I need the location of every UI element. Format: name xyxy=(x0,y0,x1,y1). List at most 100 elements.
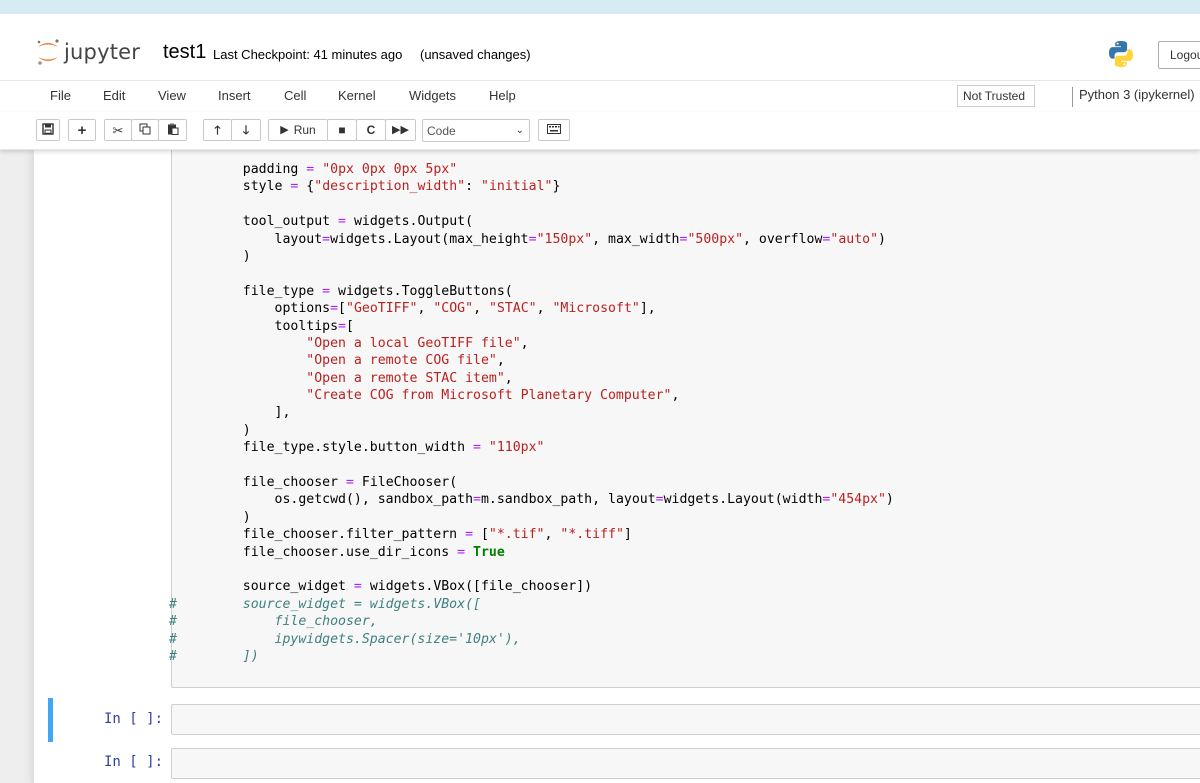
paste-icon xyxy=(167,123,179,137)
cell-type-select[interactable]: Code ⌄ xyxy=(422,119,530,142)
code-line: file_type.style.button_width = "110px" xyxy=(211,439,1200,456)
code-editor[interactable]: padding = "0px 0px 0px 5px" style = {"de… xyxy=(169,150,1200,665)
cell-input-area[interactable] xyxy=(171,748,1200,779)
code-line: os.getcwd(), sandbox_path=m.sandbox_path… xyxy=(211,491,1200,508)
code-token: widgets.Layout(width xyxy=(663,492,823,508)
code-token: , xyxy=(536,301,553,317)
code-cell-selected[interactable]: In [ ]: xyxy=(34,698,1200,744)
comment-marker: # xyxy=(169,631,177,647)
menu-view[interactable]: View xyxy=(158,88,186,103)
keyboard-icon xyxy=(547,124,561,136)
code-token: [ xyxy=(346,318,354,334)
code-token: "auto" xyxy=(830,231,879,247)
not-trusted-button[interactable]: Not Trusted xyxy=(957,85,1035,107)
browser-top-strip xyxy=(0,0,1200,14)
code-token: layout xyxy=(211,231,323,247)
command-palette-button[interactable] xyxy=(538,119,570,141)
code-token: file_type.style.button_width xyxy=(211,440,474,456)
code-token: "Microsoft" xyxy=(552,301,640,317)
code-token: ] xyxy=(623,527,632,543)
code-token: "STAC" xyxy=(488,301,537,317)
menu-bar: File Edit View Insert Cell Kernel Widget… xyxy=(0,80,1200,112)
code-token: tooltips xyxy=(211,318,339,334)
code-token: , xyxy=(417,301,434,317)
toolbar: + ✂ 🡑 🡓 ▶ Run ■ C ▶▶ Code ⌄ xyxy=(0,112,1200,150)
code-token: tool_output xyxy=(211,214,339,230)
code-token: ], xyxy=(211,405,291,421)
code-cell[interactable]: padding = "0px 0px 0px 5px" style = {"de… xyxy=(34,150,1200,690)
code-line: "Open a remote STAC item", xyxy=(211,370,1200,387)
code-token: = xyxy=(457,544,466,560)
code-token: = xyxy=(655,492,664,508)
menu-kernel[interactable]: Kernel xyxy=(338,88,376,103)
code-token: = xyxy=(338,318,346,334)
cell-prompt: In [ ]: xyxy=(104,754,164,770)
run-button[interactable]: ▶ Run xyxy=(268,119,328,141)
code-token: style xyxy=(211,179,291,195)
restart-icon: C xyxy=(366,123,376,137)
code-line: "Open a local GeoTIFF file", xyxy=(211,335,1200,352)
fast-forward-icon: ▶▶ xyxy=(392,123,409,136)
menu-widgets[interactable]: Widgets xyxy=(409,88,456,103)
restart-run-all-button[interactable]: ▶▶ xyxy=(385,119,416,141)
code-token: , xyxy=(473,301,489,317)
cell-prompt: In [ ]: xyxy=(104,711,164,727)
jupyter-logo[interactable]: jupyter xyxy=(36,38,140,66)
cell-input-area[interactable] xyxy=(171,704,1200,735)
checkpoint-status: Last Checkpoint: 41 minutes ago xyxy=(213,47,403,62)
copy-button[interactable] xyxy=(131,119,159,141)
menu-help[interactable]: Help xyxy=(489,88,516,103)
restart-button[interactable]: C xyxy=(356,119,386,141)
insert-cell-button[interactable]: + xyxy=(68,119,96,141)
cut-button[interactable]: ✂ xyxy=(104,119,132,141)
notebook-name[interactable]: test1 xyxy=(163,41,206,64)
code-token: "Open a local GeoTIFF file" xyxy=(306,335,521,351)
kernel-indicator[interactable]: Python 3 (ipykernel) xyxy=(1072,87,1195,107)
code-token: [ xyxy=(338,301,346,317)
jupyter-logo-text: jupyter xyxy=(64,40,141,64)
interrupt-button[interactable]: ■ xyxy=(327,119,357,141)
code-token: file_chooser, xyxy=(211,614,378,630)
paste-button[interactable] xyxy=(158,119,187,141)
code-line: # ipywidgets.Spacer(size='10px'), xyxy=(169,631,1200,648)
code-token: = xyxy=(338,214,346,230)
code-token: file_chooser xyxy=(211,475,346,491)
menu-cell[interactable]: Cell xyxy=(284,88,306,103)
notebook-container: padding = "0px 0px 0px 5px" style = {"de… xyxy=(34,150,1200,783)
move-up-button[interactable]: 🡑 xyxy=(203,119,232,141)
code-line: file_type = widgets.ToggleButtons( xyxy=(211,283,1200,300)
code-line: file_chooser.use_dir_icons = True xyxy=(211,544,1200,561)
code-token: FileChooser( xyxy=(353,475,458,491)
scissors-icon: ✂ xyxy=(112,122,124,138)
code-line: file_chooser = FileChooser( xyxy=(211,474,1200,491)
code-token: = xyxy=(473,440,481,456)
code-token: "description_width" xyxy=(314,179,466,195)
code-line: ) xyxy=(211,422,1200,439)
notebook-header: jupyter test1 Last Checkpoint: 41 minute… xyxy=(0,14,1200,80)
menu-insert[interactable]: Insert xyxy=(218,88,251,103)
menu-file[interactable]: File xyxy=(50,88,71,103)
logout-button[interactable]: Logout xyxy=(1158,41,1200,69)
code-token: source_widget xyxy=(211,579,354,595)
code-line: layout=widgets.Layout(max_height="150px"… xyxy=(211,231,1200,248)
code-line: ) xyxy=(211,248,1200,265)
code-token: widgets.Layout(max_height xyxy=(330,231,529,247)
cell-input-area[interactable]: padding = "0px 0px 0px 5px" style = {"de… xyxy=(169,150,1200,688)
selected-cell-indicator xyxy=(48,698,53,742)
code-token: , max_width xyxy=(592,231,680,247)
save-button[interactable] xyxy=(36,119,60,141)
menu-edit[interactable]: Edit xyxy=(103,88,125,103)
arrow-up-icon: 🡑 xyxy=(214,123,221,137)
code-token: [ xyxy=(473,527,489,543)
move-down-button[interactable]: 🡓 xyxy=(231,119,261,141)
code-cell[interactable]: In [ ]: xyxy=(34,742,1200,783)
code-token: = xyxy=(528,231,537,247)
code-token: , xyxy=(520,335,529,351)
